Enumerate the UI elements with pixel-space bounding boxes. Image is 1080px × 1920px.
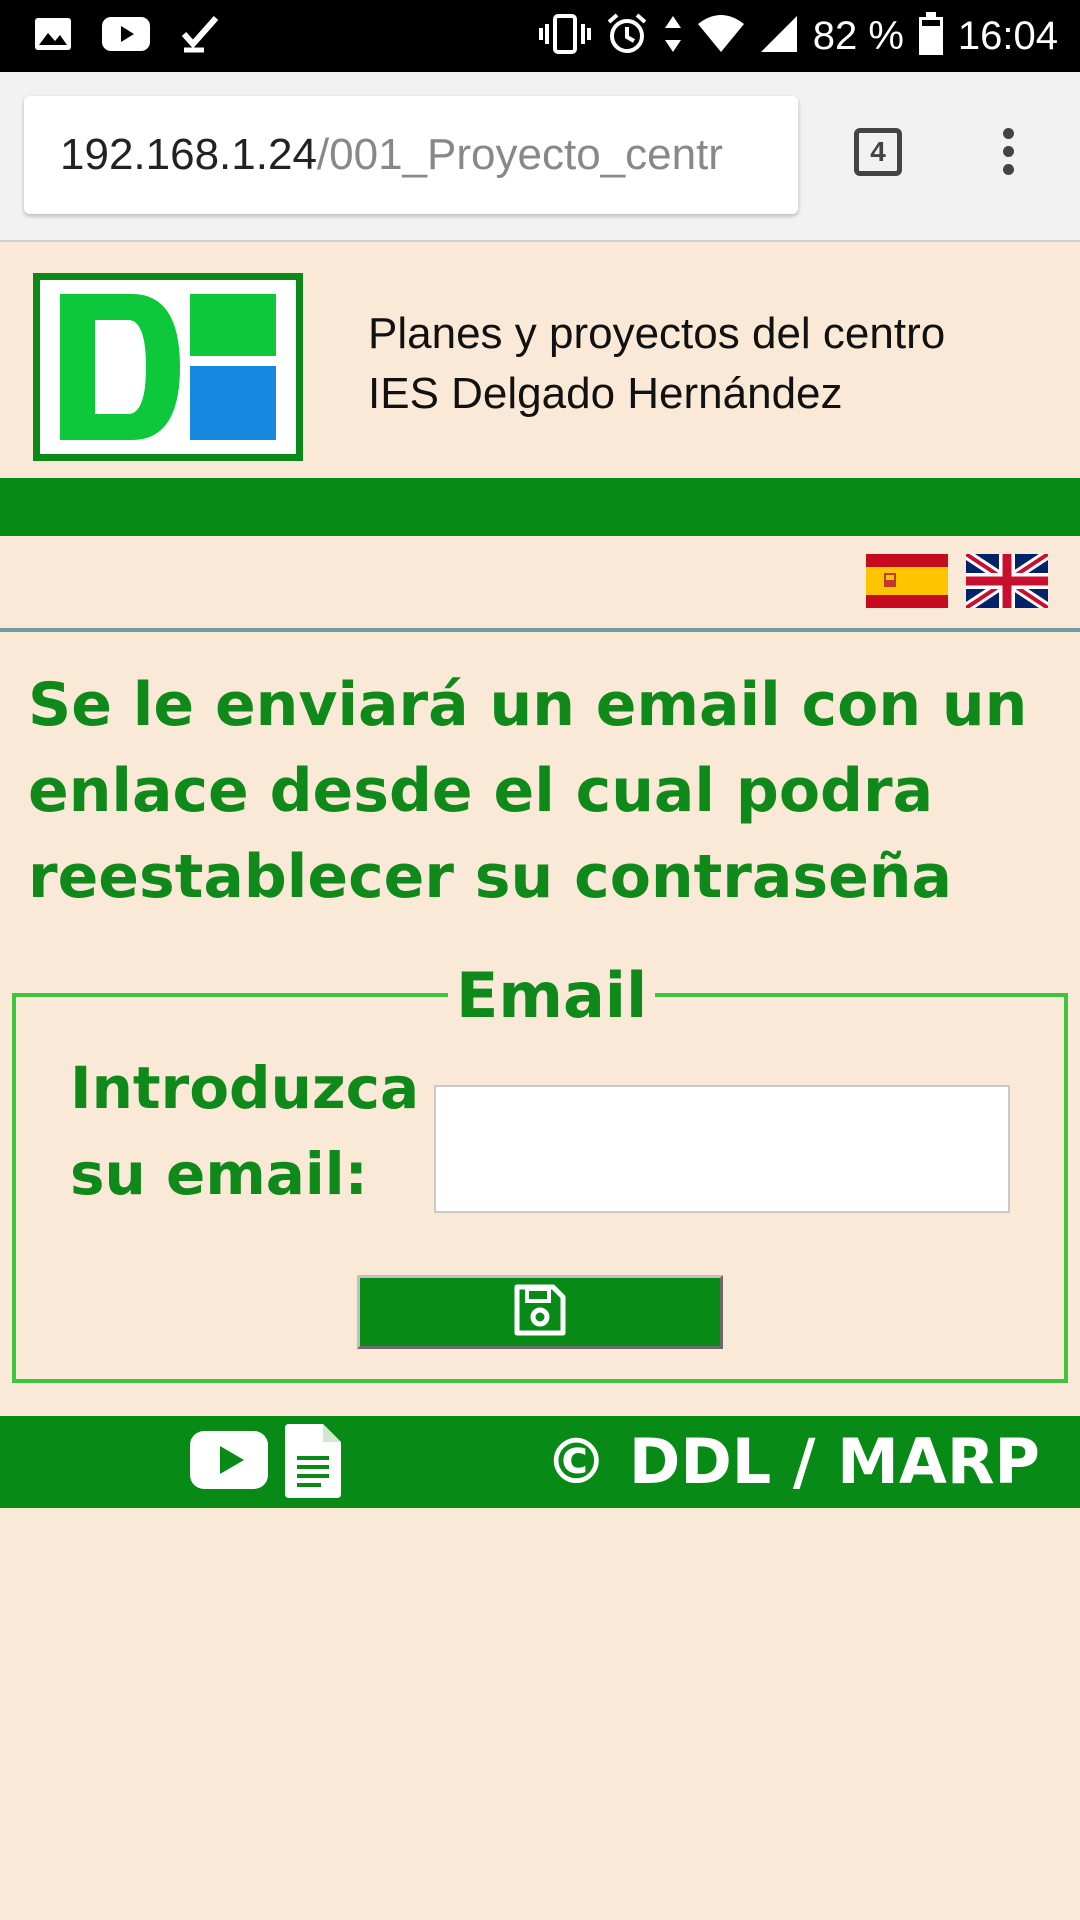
signal-icon [759,14,799,58]
url-path: /001_Proyecto_centr [316,130,723,179]
dh-logo-graphic [60,294,276,440]
site-title: Planes y proyectos del centro IES Delgad… [368,304,1048,424]
fieldset-legend: Email [448,956,656,1036]
wifi-icon [697,14,745,58]
vibrate-icon [538,14,591,58]
url-fade [758,96,798,214]
site-title-line1: Planes y proyectos del centro [368,309,946,358]
language-selector [866,549,1051,613]
youtube-icon[interactable] [190,1431,268,1493]
floppy-disk-icon [513,1283,567,1341]
browser-toolbar: 192.168.1.24/001_Proyecto_centr 4 [0,72,1080,242]
url-text: 192.168.1.24/001_Proyecto_centr [60,96,723,214]
uk-flag-icon[interactable] [963,549,1051,613]
battery-percent: 82 % [812,13,904,58]
url-host: 192.168.1.24 [60,130,317,179]
data-arrows-icon [663,14,683,58]
battery-icon [918,12,944,60]
section-divider [0,628,1080,632]
alarm-icon [605,12,649,60]
es-flag-icon[interactable] [866,554,948,612]
youtube-icon [102,17,150,55]
site-title-line2: IES Delgado Hernández [368,369,843,418]
image-icon [34,17,72,55]
email-label: Introduzca su email: [70,1054,420,1208]
submit-button[interactable] [357,1275,723,1349]
clock: 16:04 [957,13,1058,58]
status-bar: 82 % 16:04 [0,0,1080,72]
footer: © DDL / MARP [0,1416,1080,1508]
site-logo[interactable] [33,273,303,461]
copyright-text: © DDL / MARP [545,1425,1040,1498]
instruction-message: Se le enviará un email con un enlace des… [28,670,1028,912]
task-check-icon [180,14,220,58]
document-icon[interactable] [285,1424,341,1502]
overflow-menu-icon[interactable] [996,128,1020,184]
email-input[interactable] [434,1085,1010,1213]
address-bar[interactable]: 192.168.1.24/001_Proyecto_centr [24,96,798,214]
tab-switcher-button[interactable]: 4 [854,128,902,176]
nav-bar [0,478,1080,536]
